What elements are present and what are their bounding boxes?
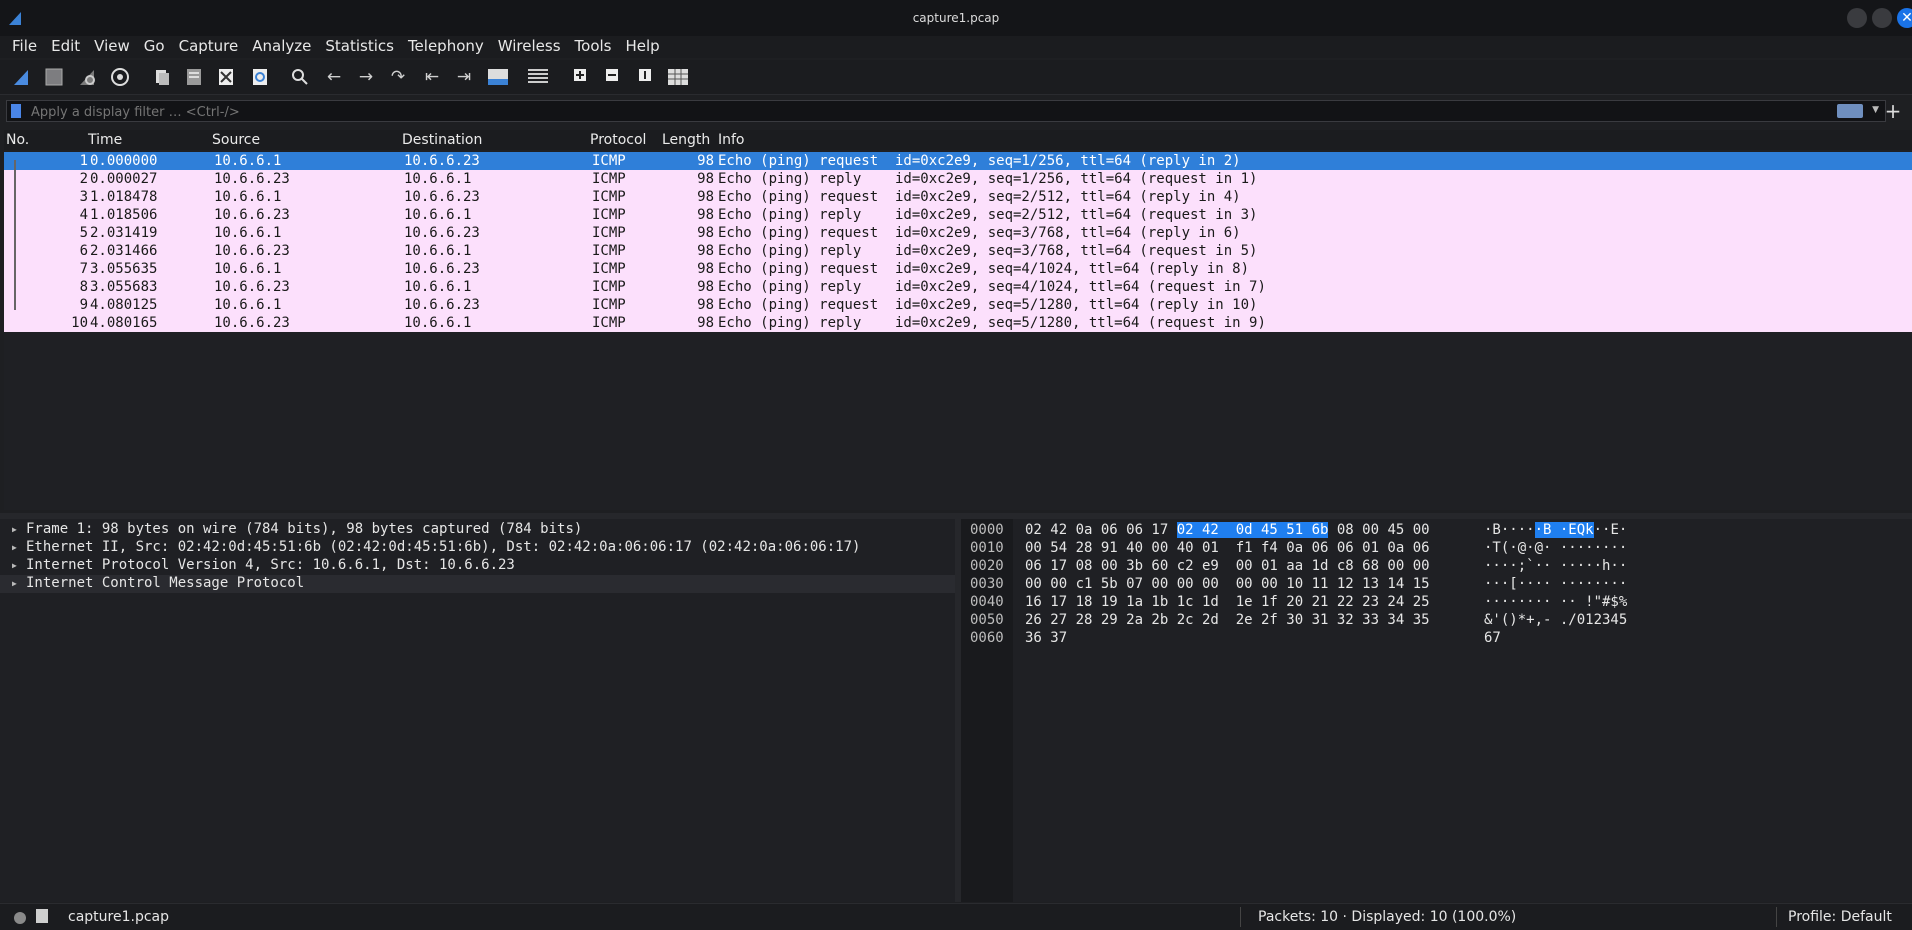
zoom-out-icon[interactable]: [600, 65, 624, 89]
menu-edit[interactable]: Edit: [45, 36, 86, 56]
menu-statistics[interactable]: Statistics: [319, 36, 400, 56]
details-node-ipv4[interactable]: ▶ Internet Protocol Version 4, Src: 10.6.…: [0, 557, 955, 575]
bytes-row[interactable]: 0010 00 54 28 91 40 00 40 01 f1 f4 0a 06 …: [961, 539, 1912, 557]
display-filter-bar: ▼: [6, 100, 1886, 122]
expert-info-icon[interactable]: [14, 912, 26, 924]
details-node-ethernet[interactable]: ▶ Ethernet II, Src: 02:42:0d:45:51:6b (02…: [0, 539, 955, 557]
apply-filter-icon[interactable]: [1837, 104, 1863, 118]
menu-capture[interactable]: Capture: [173, 36, 245, 56]
column-header-no[interactable]: No.: [6, 132, 29, 148]
reload-file-icon[interactable]: [248, 65, 272, 89]
maximize-button[interactable]: [1872, 8, 1892, 28]
menu-telephony[interactable]: Telephony: [402, 36, 490, 56]
packet-list-header: No. Time Source Destination Protocol Len…: [4, 130, 1912, 150]
main-toolbar: ← → ↷ ⇤ ⇥: [0, 60, 1912, 95]
table-row[interactable]: 9 4.080125 10.6.6.1 10.6.6.23 ICMP 98 Echo (pi…: [4, 296, 1912, 314]
status-divider: [1240, 907, 1241, 927]
display-filter-input[interactable]: [29, 102, 1833, 122]
packet-bytes-pane: 0000 02 42 0a 06 06 17 02 42 0d 45 51 6b …: [961, 519, 1912, 902]
menu-analyze[interactable]: Analyze: [246, 36, 317, 56]
table-row[interactable]: 8 3.055683 10.6.6.23 10.6.6.1 ICMP 98 Echo (pi…: [4, 278, 1912, 296]
packet-rows: 1 0.000000 10.6.6.1 10.6.6.23 ICMP 98 Echo (pi…: [4, 152, 1912, 332]
colorize-icon[interactable]: [526, 65, 550, 89]
column-header-destination[interactable]: Destination: [402, 132, 482, 148]
status-bar: capture1.pcap Packets: 10 · Displayed: 1…: [0, 903, 1912, 930]
table-row[interactable]: 1 0.000000 10.6.6.1 10.6.6.23 ICMP 98 Echo (pi…: [4, 152, 1912, 170]
last-packet-icon[interactable]: ⇥: [452, 65, 476, 89]
column-header-protocol[interactable]: Protocol: [590, 132, 646, 148]
bytes-row[interactable]: 0000 02 42 0a 06 06 17 02 42 0d 45 51 6b …: [961, 521, 1912, 539]
column-header-info[interactable]: Info: [718, 132, 745, 148]
status-divider: [1776, 907, 1777, 927]
packet-list-pane: No. Time Source Destination Protocol Len…: [4, 130, 1912, 510]
table-row[interactable]: 5 2.031419 10.6.6.1 10.6.6.23 ICMP 98 Echo (pi…: [4, 224, 1912, 242]
first-packet-icon[interactable]: ⇤: [420, 65, 444, 89]
normal-size-icon[interactable]: [633, 65, 657, 89]
column-header-length[interactable]: Length: [662, 132, 710, 148]
table-row[interactable]: 10 4.080165 10.6.6.23 10.6.6.1 ICMP 98 Echo (p…: [4, 314, 1912, 332]
table-row[interactable]: 3 1.018478 10.6.6.1 10.6.6.23 ICMP 98 Echo (pi…: [4, 188, 1912, 206]
open-file-icon[interactable]: [150, 65, 174, 89]
filter-history-chevron-icon[interactable]: ▼: [1872, 105, 1879, 115]
minimize-button[interactable]: [1847, 8, 1867, 28]
resize-columns-icon[interactable]: [666, 65, 690, 89]
find-packet-icon[interactable]: [288, 65, 312, 89]
filter-bookmark-icon[interactable]: [11, 104, 21, 118]
menu-bar: File Edit View Go Capture Analyze Statistics Te…: [0, 36, 1912, 58]
details-node-icmp[interactable]: ▶ Internet Control Message Protocol: [0, 575, 955, 593]
add-filter-button-icon[interactable]: +: [1880, 100, 1906, 122]
close-window-button[interactable]: ✕: [1897, 8, 1912, 28]
menu-help[interactable]: Help: [619, 36, 665, 56]
zoom-in-icon[interactable]: [568, 65, 592, 89]
menu-tools[interactable]: Tools: [569, 36, 618, 56]
capture-comment-icon[interactable]: [36, 909, 48, 923]
ascii-highlight: ·B ·EQk: [1534, 522, 1594, 538]
capture-options-icon[interactable]: [108, 65, 132, 89]
details-node-frame[interactable]: ▶ Frame 1: 98 bytes on wire (784 bits), 9…: [0, 521, 955, 539]
packet-details-pane: ▶ Frame 1: 98 bytes on wire (784 bits), 9…: [0, 519, 955, 902]
go-to-packet-icon[interactable]: ↷: [386, 65, 410, 89]
go-forward-icon[interactable]: →: [354, 65, 378, 89]
bytes-row[interactable]: 0050 26 27 28 29 2a 2b 2c 2d 2e 2f 30 31 …: [961, 611, 1912, 629]
column-header-source[interactable]: Source: [212, 132, 260, 148]
table-row[interactable]: 4 1.018506 10.6.6.23 10.6.6.1 ICMP 98 Echo (pi…: [4, 206, 1912, 224]
menu-view[interactable]: View: [88, 36, 136, 56]
restart-capture-icon[interactable]: [76, 65, 100, 89]
related-packet-indicator: [14, 160, 16, 310]
status-profile[interactable]: Profile: Default: [1788, 909, 1892, 925]
table-row[interactable]: 2 0.000027 10.6.6.23 10.6.6.1 ICMP 98 Echo (pi…: [4, 170, 1912, 188]
expand-arrow-icon[interactable]: ▶: [12, 561, 17, 570]
status-packet-count: Packets: 10 · Displayed: 10 (100.0%): [1258, 909, 1517, 925]
menu-file[interactable]: File: [6, 36, 43, 56]
menu-go[interactable]: Go: [138, 36, 171, 56]
close-file-icon[interactable]: [214, 65, 238, 89]
expand-arrow-icon[interactable]: ▶: [12, 525, 17, 534]
stop-capture-icon[interactable]: [42, 65, 66, 89]
window-title: capture1.pcap: [912, 11, 1000, 25]
expand-arrow-icon[interactable]: ▶: [12, 543, 17, 552]
table-row[interactable]: 7 3.055635 10.6.6.1 10.6.6.23 ICMP 98 Echo (pi…: [4, 260, 1912, 278]
menu-wireless[interactable]: Wireless: [492, 36, 567, 56]
auto-scroll-icon[interactable]: [486, 65, 510, 89]
shark-fin-start-icon[interactable]: [10, 65, 34, 89]
save-file-icon[interactable]: [182, 65, 206, 89]
table-row[interactable]: 6 2.031466 10.6.6.23 10.6.6.1 ICMP 98 Echo (pi…: [4, 242, 1912, 260]
go-back-icon[interactable]: ←: [322, 65, 346, 89]
bytes-row[interactable]: 0060 36 37 67: [961, 629, 1912, 647]
status-file-name: capture1.pcap: [68, 909, 169, 925]
bytes-row[interactable]: 0020 06 17 08 00 3b 60 c2 e9 00 01 aa 1d …: [961, 557, 1912, 575]
expand-arrow-icon[interactable]: ▶: [12, 579, 17, 588]
bytes-row[interactable]: 0030 00 00 c1 5b 07 00 00 00 00 00 10 11 …: [961, 575, 1912, 593]
hex-highlight: 02 42 0d 45 51 6b: [1176, 522, 1329, 538]
column-header-time[interactable]: Time: [88, 132, 122, 148]
title-bar: capture1.pcap ✕: [0, 0, 1912, 37]
bytes-row[interactable]: 0040 16 17 18 19 1a 1b 1c 1d 1e 1f 20 21 …: [961, 593, 1912, 611]
